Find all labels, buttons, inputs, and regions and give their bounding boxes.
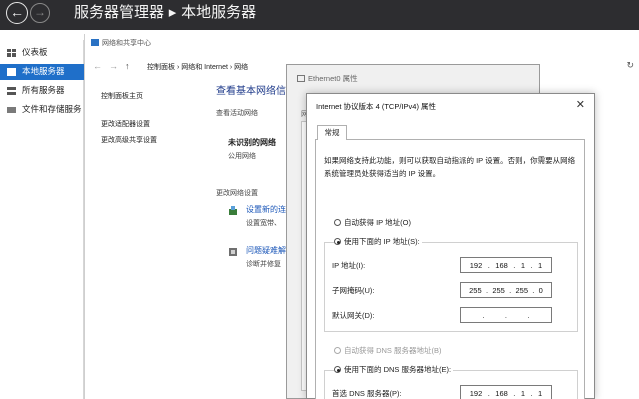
page-heading: 查看基本网络信 [216,86,286,97]
subnet-mask-label: 子网掩码(U): [332,286,375,295]
network-name: 未识别的网络 [228,138,276,147]
sidebar-item-file-storage[interactable]: 文件和存储服务 [0,102,84,118]
setup-connection-desc: 设置宽带、 [246,220,281,227]
server-manager-titlebar: ← → 服务器管理器 ▸ 本地服务器 [0,0,639,30]
ip-address-label: IP 地址(I): [332,261,366,270]
ipv4-properties-dialog: Internet 协议版本 4 (TCP/IPv4) 属性 ✕ 常规 如果网络支… [306,93,595,399]
manual-ip-radio[interactable]: 使用下面的 IP 地址(S): [334,236,422,247]
troubleshoot-icon [229,248,237,256]
window-title: Ethernet0 属性 [297,73,358,84]
sidebar-item-label: 所有服务器 [22,86,65,96]
radio-selected-icon [334,366,341,373]
gateway-field[interactable]: ... [460,307,552,323]
troubleshoot-link[interactable]: 问题疑难解 [246,245,286,256]
tab-general[interactable]: 常规 [317,125,347,140]
manual-dns-radio[interactable]: 使用下面的 DNS 服务器地址(E): [334,364,454,375]
storage-icon [7,107,16,113]
up-arrow-icon[interactable]: ↑ [125,61,130,71]
change-network-settings-label: 更改网络设置 [216,190,258,197]
change-sharing-link[interactable]: 更改高级共享设置 [101,135,157,145]
description-text: 如果网络支持此功能，则可以获取自动指派的 IP 设置。否则，你需要从网络系统管理… [324,156,576,178]
setup-connection-icon [229,206,237,215]
change-adapter-link[interactable]: 更改适配器设置 [101,119,150,129]
sidebar-item-label: 仪表板 [22,48,48,58]
forward-arrow-icon[interactable]: → [109,61,118,71]
page-title: 服务器管理器 ▸ 本地服务器 [74,3,257,21]
active-networks-label: 查看活动网络 [216,110,258,117]
general-panel: 如果网络支持此功能，则可以获取自动指派的 IP 设置。否则，你需要从网络系统管理… [315,139,585,399]
setup-connection-link[interactable]: 设置新的连 [246,204,286,215]
sidebar-item-dashboard[interactable]: 仪表板 [0,45,84,61]
forward-button[interactable]: → [30,3,50,23]
subnet-mask-field[interactable]: 255. 255. 255. 0 [460,282,552,298]
control-panel-home-link[interactable]: 控制面板主页 [101,91,143,101]
dashboard-icon [7,49,16,57]
back-button[interactable]: ← [6,2,28,24]
servers-icon [7,87,16,95]
server-icon [7,68,16,76]
sidebar-item-all-servers[interactable]: 所有服务器 [0,83,84,99]
server-manager-sidebar: 仪表板 本地服务器 所有服务器 文件和存储服务 [0,40,84,399]
ip-address-field[interactable]: 192. 168. 1. 1 [460,257,552,273]
network-icon [91,39,99,46]
radio-unselected-icon [334,219,341,226]
adapter-icon [297,75,305,82]
breadcrumb[interactable]: 控制面板 › 网络和 Internet › 网络 [147,62,248,72]
gateway-label: 默认网关(D): [332,311,375,320]
refresh-icon[interactable]: ↻ [626,60,634,71]
close-icon[interactable]: ✕ [576,98,585,111]
back-arrow-icon[interactable]: ← [93,61,102,71]
network-type: 公用网络 [228,153,256,160]
dialog-title: Internet 协议版本 4 (TCP/IPv4) 属性 [316,102,437,111]
preferred-dns-field[interactable]: 192. 168. 1. 1 [460,385,552,399]
window-title: 网络和共享中心 [91,38,151,48]
sidebar-item-local-server[interactable]: 本地服务器 [0,64,84,80]
auto-dns-radio[interactable]: 自动获得 DNS 服务器地址(B) [334,345,442,356]
radio-selected-icon [334,238,341,245]
sidebar-item-label: 本地服务器 [22,67,65,77]
auto-ip-radio[interactable]: 自动获得 IP 地址(O) [334,217,411,228]
preferred-dns-label: 首选 DNS 服务器(P): [332,389,402,398]
troubleshoot-desc: 诊断并修复 [246,261,281,268]
radio-unselected-icon [334,347,341,354]
sidebar-item-label: 文件和存储服务 [22,105,82,115]
